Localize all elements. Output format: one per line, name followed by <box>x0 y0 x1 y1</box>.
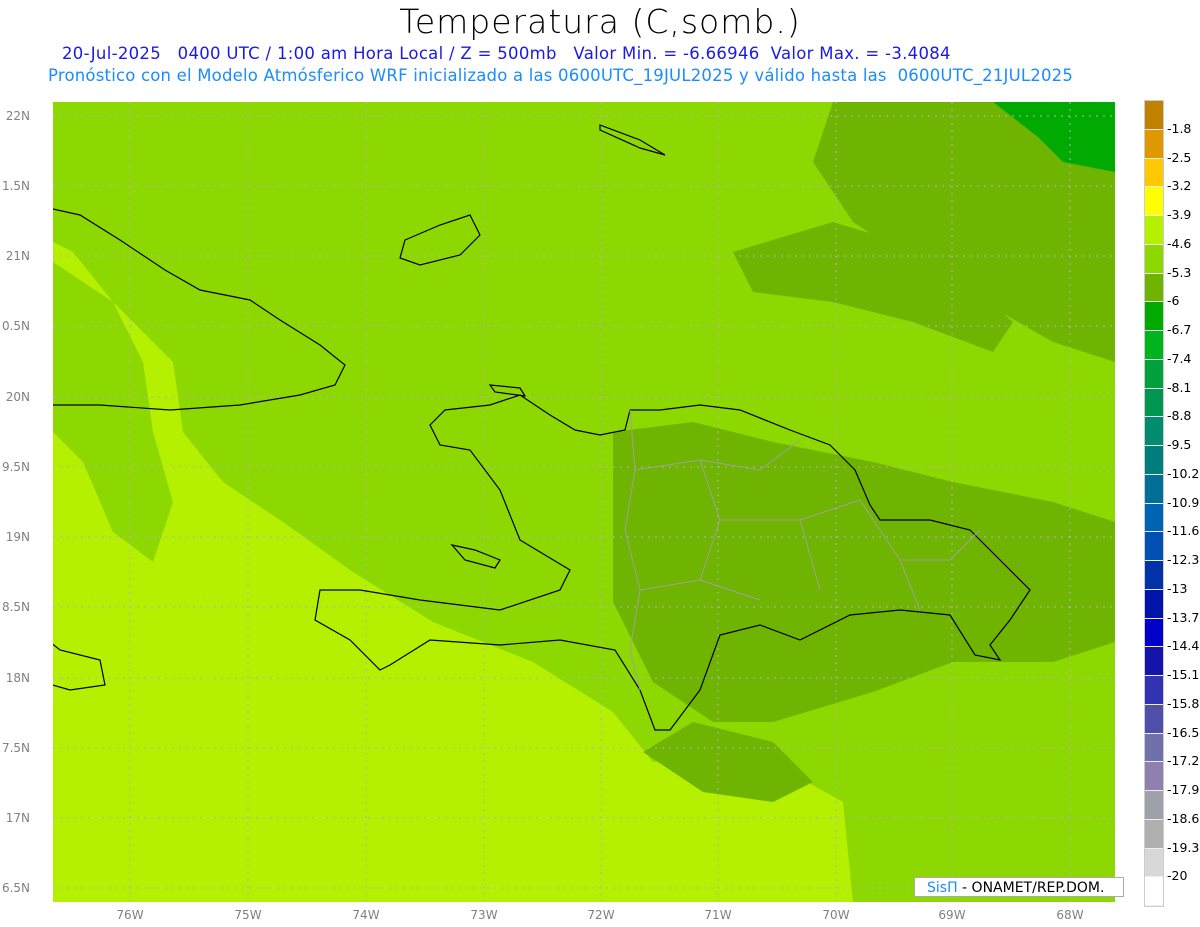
lat-label: 22N <box>5 109 30 123</box>
colorbar-label: -3.9 <box>1167 207 1192 222</box>
lat-label: 1.5N <box>1 179 30 193</box>
subtitle-valid-time: 20-Jul-2025 0400 UTC / 1:00 am Hora Loca… <box>62 44 951 63</box>
colorbar-swatch <box>1145 244 1163 274</box>
colorbar-label: -8.1 <box>1167 379 1192 395</box>
colorbar-swatch <box>1145 129 1163 159</box>
colorbar-label: -4.6 <box>1167 235 1192 251</box>
colorbar-label: -6.7 <box>1167 322 1192 337</box>
colorbar-swatch <box>1145 647 1163 676</box>
colorbar-swatch <box>1145 791 1163 820</box>
colorbar-label: -11.6 <box>1167 523 1200 539</box>
colorbar-swatch <box>1145 273 1163 303</box>
lat-label: 20N <box>5 390 30 404</box>
lon-label: 75W <box>234 908 262 922</box>
colorbar-label: -3.2 <box>1167 178 1192 194</box>
lat-label: 7.5N <box>1 741 30 755</box>
colorbar-swatch <box>1145 561 1163 590</box>
colorbar-label: -13 <box>1167 580 1188 596</box>
colorbar-swatch <box>1145 388 1163 418</box>
credit-box: SisΠ - ONAMET/REP.DOM. <box>914 877 1124 897</box>
colorbar-swatch <box>1145 158 1163 188</box>
colorbar-label: -8.8 <box>1167 408 1192 424</box>
map-title: Temperatura (C,somb.) <box>399 2 801 41</box>
lon-label: 73W <box>470 908 498 922</box>
colorbar-label: -9.5 <box>1167 437 1192 452</box>
colorbar-swatch <box>1145 762 1163 791</box>
colorbar-label: -15.1 <box>1167 667 1200 682</box>
colorbar-swatch <box>1145 848 1163 878</box>
lat-label: 9.5N <box>1 460 30 474</box>
colorbar-swatch <box>1145 187 1163 216</box>
colorbar-swatch <box>1145 101 1163 130</box>
colorbar-swatch <box>1145 331 1163 360</box>
colorbar-label: -2.5 <box>1167 149 1192 165</box>
lat-label: 6.5N <box>1 881 30 895</box>
colorbar-swatch <box>1145 474 1163 504</box>
colorbar-label: -1.8 <box>1167 120 1192 136</box>
colorbar-label: -7.4 <box>1167 350 1192 366</box>
lon-label: 71W <box>704 908 732 922</box>
colorbar-swatch <box>1145 704 1163 734</box>
colorbar-swatch <box>1145 877 1163 906</box>
colorbar-swatch <box>1145 819 1163 849</box>
lat-label: 19N <box>5 530 30 544</box>
subtitle-model-info: Pronóstico con el Modelo Atmósferico WRF… <box>48 66 1074 85</box>
colorbar-label: -16.5 <box>1167 724 1200 740</box>
colorbar-label: -14.4 <box>1167 638 1200 654</box>
lon-label: 69W <box>938 908 966 922</box>
colorbar-label: -17.9 <box>1167 782 1200 797</box>
colorbar-swatch <box>1145 417 1163 446</box>
credit-text: - ONAMET/REP.DOM. <box>957 880 1105 896</box>
colorbar-label: -5.3 <box>1167 264 1192 280</box>
lat-label: 0.5N <box>1 319 30 333</box>
colorbar-label: -13.7 <box>1167 609 1200 625</box>
colorbar-swatch <box>1145 302 1163 331</box>
lon-label: 76W <box>116 908 144 922</box>
lat-label: 17N <box>5 811 30 825</box>
colorbar-swatch <box>1145 503 1163 533</box>
lon-label: 68W <box>1056 908 1084 922</box>
colorbar-swatch <box>1145 532 1163 561</box>
lon-label: 70W <box>822 908 850 922</box>
colorbar-swatch <box>1145 359 1163 389</box>
lat-label: 21N <box>5 249 30 263</box>
colorbar-label: -18.6 <box>1167 810 1200 826</box>
colorbar-label: -6 <box>1167 293 1180 309</box>
colorbar-label: -17.2 <box>1167 753 1200 769</box>
colorbar-swatch <box>1145 216 1163 245</box>
colorbar-label: -12.3 <box>1167 552 1200 567</box>
colorbar-label: -10.2 <box>1167 465 1200 481</box>
lat-label: 18N <box>5 671 30 685</box>
credit-brand: SisΠ <box>927 880 958 896</box>
colorbar-label: -19.3 <box>1167 839 1200 855</box>
colorbar-swatch <box>1145 446 1163 475</box>
temperature-map <box>53 102 1115 902</box>
colorbar-label: -15.8 <box>1167 695 1200 711</box>
colorbar-swatch <box>1145 618 1163 648</box>
lon-label: 74W <box>352 908 380 922</box>
lat-label: 8.5N <box>1 600 30 614</box>
colorbar-label: -20 <box>1167 868 1188 884</box>
colorbar-swatch <box>1145 676 1163 705</box>
colorbar <box>1144 100 1164 907</box>
lon-label: 72W <box>587 908 615 922</box>
colorbar-label: -10.9 <box>1167 494 1200 510</box>
colorbar-swatch <box>1145 733 1163 763</box>
colorbar-swatch <box>1145 589 1163 619</box>
